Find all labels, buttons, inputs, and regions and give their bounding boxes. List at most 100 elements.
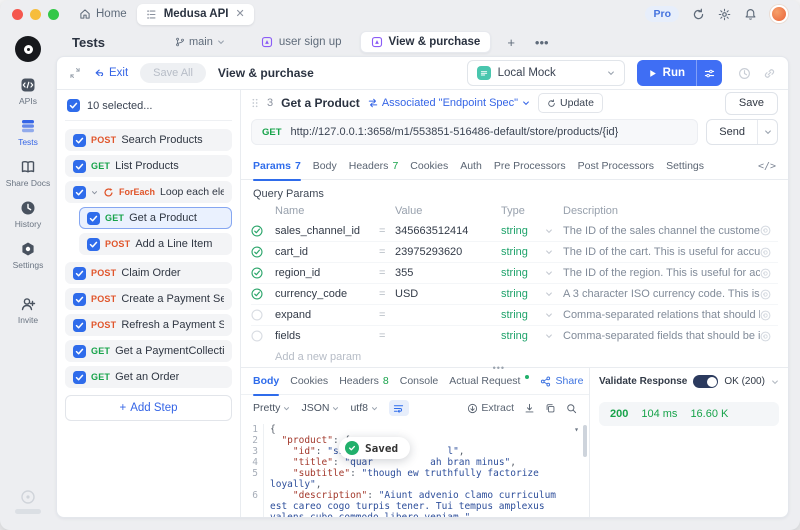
step-claim-order[interactable]: POST Claim Order [65, 262, 232, 284]
close-tab-icon[interactable]: ✕ [235, 8, 244, 20]
param-enabled-icon[interactable] [251, 224, 263, 237]
share-button[interactable]: Share [540, 375, 584, 387]
associated-endpoint-dropdown[interactable]: Associated "Endpoint Spec" [368, 97, 530, 109]
request-tab-pre-processors[interactable]: Pre Processors [494, 153, 566, 180]
app-logo[interactable] [15, 36, 41, 62]
history-icon[interactable] [738, 67, 751, 80]
rail-bottom-icon[interactable] [15, 489, 41, 514]
download-icon[interactable] [524, 403, 535, 414]
word-wrap-toggle[interactable] [388, 400, 409, 416]
branch-selector[interactable]: main [175, 36, 225, 48]
param-name[interactable]: fields [275, 330, 379, 342]
send-button[interactable]: Send [707, 126, 757, 138]
response-tab-cookies[interactable]: Cookies [290, 368, 328, 395]
environment-select[interactable]: Local Mock [466, 60, 625, 86]
response-body-viewer[interactable]: 1{2 "product": {3 "id": "sstjkQjW l",4 "… [241, 421, 589, 517]
step-create-a-payment-session[interactable]: POSTCreate a Payment Session [65, 288, 232, 310]
url-input[interactable]: GET http://127.0.0.1:3658/m1/553851-5164… [251, 119, 699, 145]
param-value[interactable]: 345663512414 [395, 225, 501, 237]
response-tab-console[interactable]: Console [400, 368, 439, 395]
extract-button[interactable]: Extract [467, 402, 514, 414]
chevron-down-icon[interactable] [771, 378, 779, 386]
validate-response-toggle[interactable] [693, 375, 719, 388]
step-checkbox[interactable] [73, 133, 86, 147]
param-name[interactable]: expand [275, 309, 379, 321]
document-tab-medusa-api[interactable]: Medusa API ✕ [136, 3, 254, 25]
param-name[interactable]: currency_code [275, 288, 379, 300]
add-param-row[interactable]: Add a new param [251, 346, 778, 367]
code-view-icon[interactable]: </> [758, 161, 776, 172]
param-type[interactable]: string [501, 246, 545, 258]
param-name[interactable]: region_id [275, 267, 379, 279]
step-foreach[interactable]: ForEachLoop each element in {{ [65, 181, 232, 203]
param-type[interactable]: string [501, 288, 545, 300]
step-checkbox[interactable] [73, 344, 86, 358]
save-button[interactable]: Save [724, 91, 778, 115]
step-search-products[interactable]: POST Search Products [65, 129, 232, 151]
param-enabled-icon[interactable] [251, 246, 263, 258]
param-type[interactable]: string [501, 330, 545, 342]
rail-item-share-docs[interactable]: Share Docs [6, 159, 50, 188]
code-fold-icon[interactable]: ▾ [574, 424, 579, 435]
response-tab-actual-request[interactable]: Actual Request [449, 368, 530, 395]
request-tab-settings[interactable]: Settings [666, 153, 704, 180]
step-list-products[interactable]: GET List Products [65, 155, 232, 177]
param-enabled-icon[interactable] [251, 267, 263, 279]
step-checkbox[interactable] [73, 159, 86, 173]
param-name[interactable]: cart_id [275, 246, 379, 258]
reset-param-icon[interactable] [760, 289, 771, 300]
param-value[interactable]: USD [395, 288, 501, 300]
add-step-button[interactable]: + Add Step [65, 395, 232, 421]
request-tab-cookies[interactable]: Cookies [410, 153, 448, 180]
rail-item-apis[interactable]: APIs [19, 77, 37, 106]
param-disabled-icon[interactable] [251, 330, 263, 342]
run-button[interactable]: Run [637, 67, 696, 79]
step-checkbox[interactable] [87, 211, 100, 225]
update-button[interactable]: Update [538, 93, 603, 113]
encoding-select[interactable]: utf8 [350, 402, 378, 414]
request-tab-body[interactable]: Body [313, 153, 337, 180]
step-checkbox[interactable] [73, 318, 86, 332]
param-enabled-icon[interactable] [251, 288, 263, 300]
rail-item-history[interactable]: History [15, 200, 41, 229]
minimize-window-icon[interactable] [30, 8, 41, 20]
request-tab-auth[interactable]: Auth [460, 153, 482, 180]
copy-icon[interactable] [545, 403, 556, 414]
rail-item-settings[interactable]: Settings [13, 241, 43, 270]
home-tab[interactable]: Home [79, 8, 127, 20]
step-get-an-order[interactable]: GET Get an Order [65, 366, 232, 388]
request-tab-post-processors[interactable]: Post Processors [578, 153, 654, 180]
reset-param-icon[interactable] [760, 268, 771, 279]
request-tab-params[interactable]: Params 7 [253, 153, 301, 181]
step-checkbox[interactable] [87, 237, 100, 251]
drag-handle-icon[interactable] [251, 98, 259, 108]
gear-icon[interactable] [718, 8, 731, 21]
format-select[interactable]: Pretty [253, 402, 290, 414]
param-type[interactable]: string [501, 309, 545, 321]
request-tab-headers[interactable]: Headers 7 [349, 153, 399, 180]
exit-button[interactable]: Exit [93, 67, 128, 79]
param-name[interactable]: sales_channel_id [275, 225, 379, 237]
scenario-tab-view-purchase[interactable]: View & purchase [359, 31, 492, 53]
rail-item-tests[interactable]: Tests [18, 118, 38, 147]
select-all-checkbox[interactable] [67, 99, 80, 112]
reset-param-icon[interactable] [760, 310, 771, 321]
more-options-icon[interactable]: ••• [531, 35, 553, 50]
send-options-button[interactable] [757, 120, 777, 144]
param-type[interactable]: string [501, 267, 545, 279]
scenario-tab-user-sign-up[interactable]: user sign up [251, 32, 352, 52]
step-checkbox[interactable] [73, 292, 86, 306]
param-value[interactable]: 355 [395, 267, 501, 279]
rail-item-invite[interactable]: Invite [18, 296, 38, 325]
collapse-panel-icon[interactable] [69, 67, 81, 79]
window-controls[interactable] [12, 8, 59, 20]
step-checkbox[interactable] [73, 370, 86, 384]
maximize-window-icon[interactable] [48, 8, 59, 20]
step-refresh-a-payment-session[interactable]: POSTRefresh a Payment Session [65, 314, 232, 336]
sync-icon[interactable] [692, 8, 705, 21]
step-add-a-line-item[interactable]: POST Add a Line Item [79, 233, 232, 255]
response-tab-body[interactable]: Body [253, 368, 280, 396]
bell-icon[interactable] [744, 8, 757, 21]
reset-param-icon[interactable] [760, 247, 771, 258]
code-scrollbar[interactable] [583, 425, 587, 457]
